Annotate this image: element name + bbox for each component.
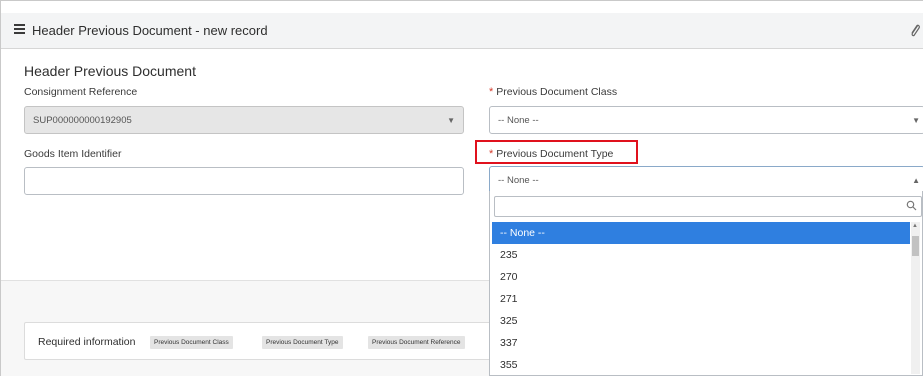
previous-document-type-value: -- None -- (498, 175, 539, 186)
hamburger-menu-icon[interactable] (14, 24, 25, 34)
scrollbar-thumb[interactable] (912, 236, 919, 256)
chevron-up-icon: ▲ (912, 176, 920, 185)
dropdown-option[interactable]: 235 (492, 244, 910, 266)
dropdown-option[interactable]: 325 (492, 310, 910, 332)
required-tag[interactable]: Previous Document Class (150, 336, 233, 349)
paperclip-icon[interactable] (909, 21, 921, 39)
previous-document-type-select[interactable]: -- None -- ▲ (489, 166, 923, 194)
dropdown-scrollbar[interactable]: ▲ (911, 222, 920, 374)
required-mark: * (489, 86, 494, 98)
dropdown-option[interactable]: 337 (492, 332, 910, 354)
dropdown-option[interactable]: 270 (492, 266, 910, 288)
dropdown-option[interactable]: 271 (492, 288, 910, 310)
required-information-label: Required information (38, 336, 136, 348)
previous-document-class-value: -- None -- (498, 115, 539, 126)
form-header-title: Header Previous Document - new record (32, 23, 268, 38)
previous-document-class-label: * Previous Document Class (489, 86, 617, 98)
section-title: Header Previous Document (24, 63, 196, 79)
chevron-down-icon: ▼ (912, 116, 920, 125)
required-tag[interactable]: Previous Document Type (262, 336, 343, 349)
required-tag[interactable]: Previous Document Reference (368, 336, 465, 349)
previous-document-class-label-text: Previous Document Class (496, 86, 618, 98)
goods-item-identifier-input[interactable] (24, 167, 464, 195)
search-icon (906, 200, 917, 211)
highlight-box (475, 140, 638, 164)
consignment-reference-field: SUP000000000192905 ▼ (24, 106, 464, 134)
consignment-reference-value: SUP000000000192905 (33, 115, 132, 126)
dropdown-option[interactable]: 355 (492, 354, 910, 376)
dropdown-search-input[interactable] (494, 196, 922, 217)
scroll-up-icon[interactable]: ▲ (912, 223, 918, 229)
consignment-reference-label: Consignment Reference (24, 86, 138, 98)
goods-item-identifier-label: Goods Item Identifier (24, 148, 122, 160)
dropdown-options-list: -- None -- 235 270 271 325 337 355 (492, 222, 910, 376)
previous-document-type-dropdown: -- None -- 235 270 271 325 337 355 ▲ (489, 191, 923, 376)
previous-document-class-select[interactable]: -- None -- ▼ (489, 106, 923, 134)
chevron-down-icon: ▼ (447, 116, 455, 125)
form-header: Header Previous Document - new record (1, 13, 923, 49)
dropdown-option[interactable]: -- None -- (492, 222, 910, 244)
